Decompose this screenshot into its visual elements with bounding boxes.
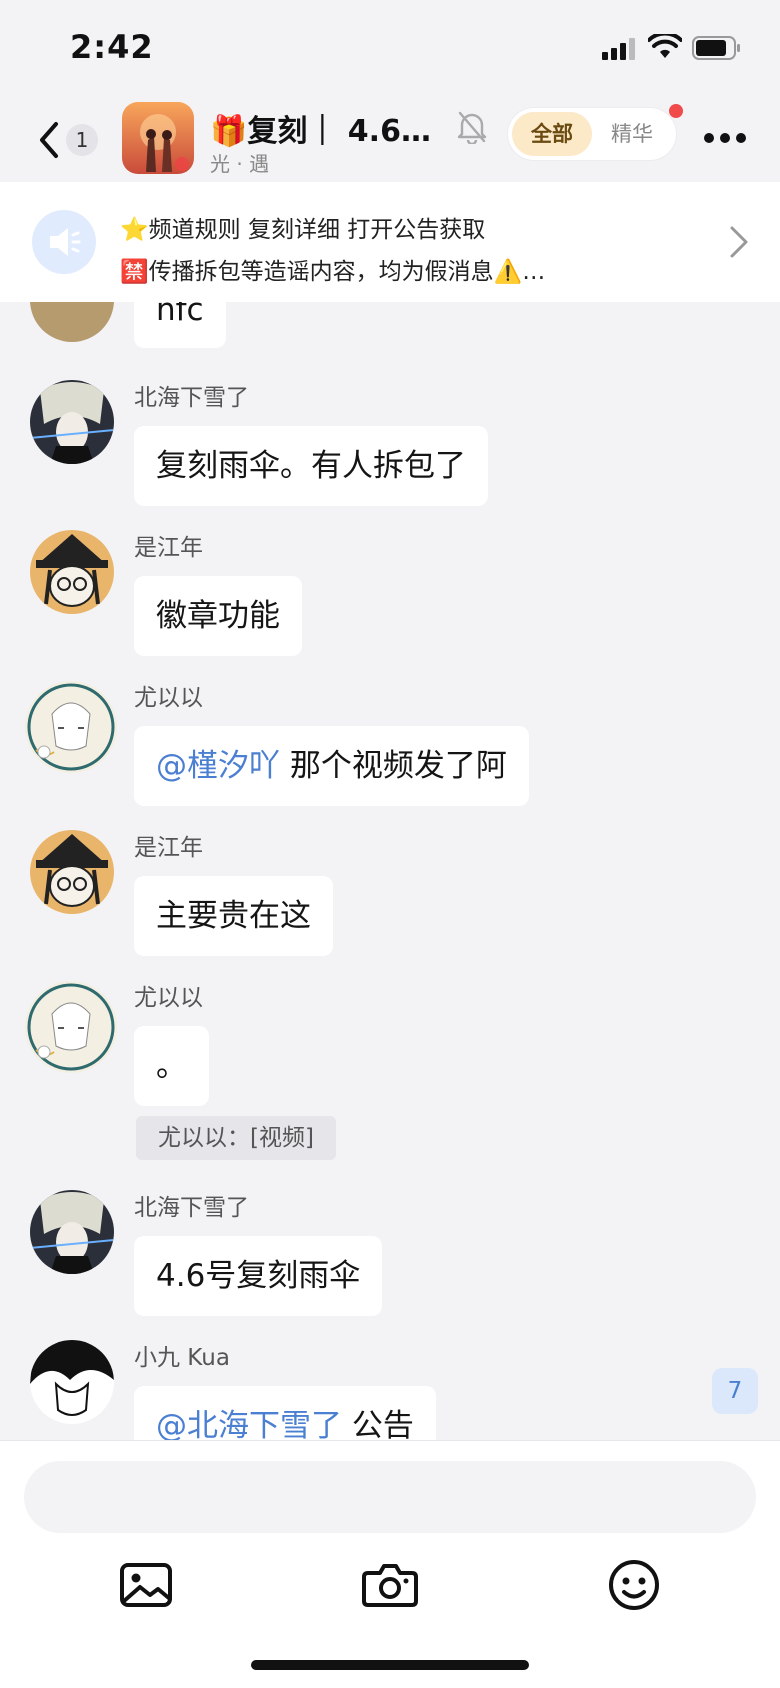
message-username[interactable]: 是江年: [134, 528, 203, 562]
message-feed[interactable]: nfc 北海下雪了 复刻雨伞。有人拆包了 是江年 徽章功能 尤以以 @槿汐吖 那…: [0, 302, 780, 1440]
wifi-icon: [648, 34, 682, 58]
chevron-right-icon: [730, 226, 748, 258]
message-username[interactable]: 尤以以: [134, 978, 203, 1012]
user-avatar[interactable]: [30, 380, 114, 464]
message-bubble[interactable]: 。: [134, 1026, 209, 1106]
more-options-icon[interactable]: [703, 132, 747, 144]
announcement-line-1: ⭐频道规则 复刻详细 打开公告获取: [120, 217, 486, 243]
mention-link[interactable]: @北海下雪了: [156, 1408, 342, 1440]
channel-avatar[interactable]: [122, 102, 194, 174]
quoted-reply[interactable]: 尤以以：[视频]: [136, 1116, 336, 1160]
message-bubble[interactable]: 徽章功能: [134, 576, 302, 656]
composer-bar: [0, 1440, 780, 1688]
user-avatar[interactable]: [30, 830, 114, 914]
message-bubble[interactable]: @北海下雪了 公告: [134, 1386, 436, 1440]
speaker-icon: [32, 210, 96, 274]
message-username[interactable]: 小九 Kua: [134, 1338, 230, 1372]
mention-link[interactable]: @槿汐吖: [156, 748, 280, 784]
message-bubble[interactable]: 4.6号复刻雨伞: [134, 1236, 383, 1316]
user-avatar[interactable]: [24, 980, 118, 1074]
mute-bell-icon[interactable]: [456, 110, 488, 144]
channel-title[interactable]: 🎁复刻｜ 4.6…: [210, 106, 431, 150]
message-bubble[interactable]: 复刻雨伞。有人拆包了: [134, 426, 488, 506]
battery-icon: [692, 36, 740, 60]
user-avatar[interactable]: [30, 1340, 114, 1424]
home-indicator: [251, 1660, 529, 1670]
message-username[interactable]: 北海下雪了: [134, 378, 249, 412]
message-username[interactable]: 北海下雪了: [134, 1188, 249, 1222]
message-bubble[interactable]: @槿汐吖 那个视频发了阿: [134, 726, 529, 806]
channel-subtitle: 光 · 遇: [210, 152, 270, 176]
user-avatar[interactable]: [24, 680, 118, 774]
message-bubble[interactable]: 主要贵在这: [134, 876, 333, 956]
user-avatar[interactable]: [30, 530, 114, 614]
announcement-line-2: 🈲传播拆包等造谣内容，均为假消息⚠️…: [120, 259, 546, 285]
back-unread-count[interactable]: 1: [66, 124, 98, 156]
unread-count-badge[interactable]: 7: [712, 1368, 758, 1414]
message-bubble[interactable]: nfc: [134, 302, 226, 348]
image-icon[interactable]: [114, 1553, 178, 1617]
emoji-icon[interactable]: [602, 1553, 666, 1617]
channel-header: 1 🎁复刻｜ 4.6… 光 · 遇 全部 精华: [0, 96, 780, 182]
message-username[interactable]: 是江年: [134, 828, 203, 862]
status-bar: 2:42: [0, 0, 780, 96]
cellular-signal-icon: [602, 38, 635, 60]
message-username[interactable]: 尤以以: [134, 678, 203, 712]
feed-filter-tabs: 全部 精华: [508, 108, 676, 160]
notification-dot: [669, 104, 683, 118]
tab-featured[interactable]: 精华: [592, 112, 672, 156]
user-avatar[interactable]: [30, 1190, 114, 1274]
tab-all[interactable]: 全部: [512, 112, 592, 156]
status-time: 2:42: [70, 28, 154, 66]
camera-icon[interactable]: [358, 1553, 422, 1617]
message-input[interactable]: [24, 1461, 756, 1533]
user-avatar[interactable]: [30, 302, 114, 342]
announcement-banner[interactable]: ⭐频道规则 复刻详细 打开公告获取 🈲传播拆包等造谣内容，均为假消息⚠️…: [0, 182, 780, 302]
